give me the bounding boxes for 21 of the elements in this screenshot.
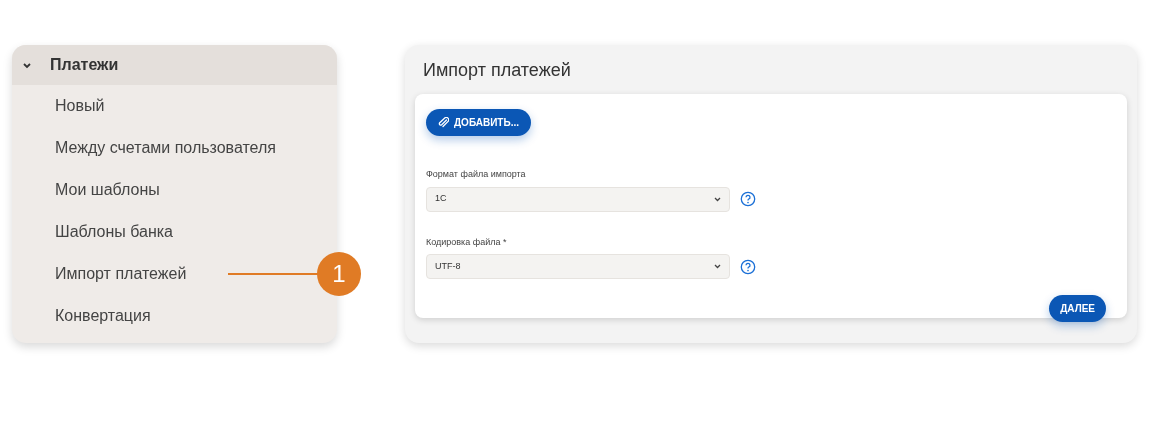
menu-group-header[interactable]: Платежи: [12, 45, 337, 85]
menu-item[interactable]: Новый: [55, 94, 105, 118]
menu-item[interactable]: Между счетами пользователя: [55, 136, 276, 160]
menu-item[interactable]: Конвертация: [55, 304, 151, 328]
select-field[interactable]: UTF-8: [426, 254, 730, 279]
field-label: Формат файла импорта: [426, 168, 526, 181]
chevron-icon: [714, 196, 721, 202]
help-icon[interactable]: [740, 258, 756, 275]
menu-item[interactable]: Шаблоны банка: [55, 220, 173, 244]
add-button[interactable]: ДОБАВИТЬ...: [426, 109, 531, 136]
chevron-icon: [714, 264, 721, 269]
help-icon[interactable]: [740, 191, 756, 207]
callout-number: 1: [317, 252, 361, 296]
chevron-icon: [22, 60, 32, 70]
panel-title: Импорт платежей: [423, 59, 571, 82]
field-label: Кодировка файла *: [426, 235, 507, 249]
select-field[interactable]: 1C: [426, 186, 730, 212]
paperclip-icon: [438, 117, 449, 128]
menu-item[interactable]: Импорт платежей: [55, 262, 187, 286]
menu-item[interactable]: Мои шаблоны: [55, 178, 160, 202]
next-button[interactable]: ДАЛЕЕ: [1049, 295, 1106, 322]
